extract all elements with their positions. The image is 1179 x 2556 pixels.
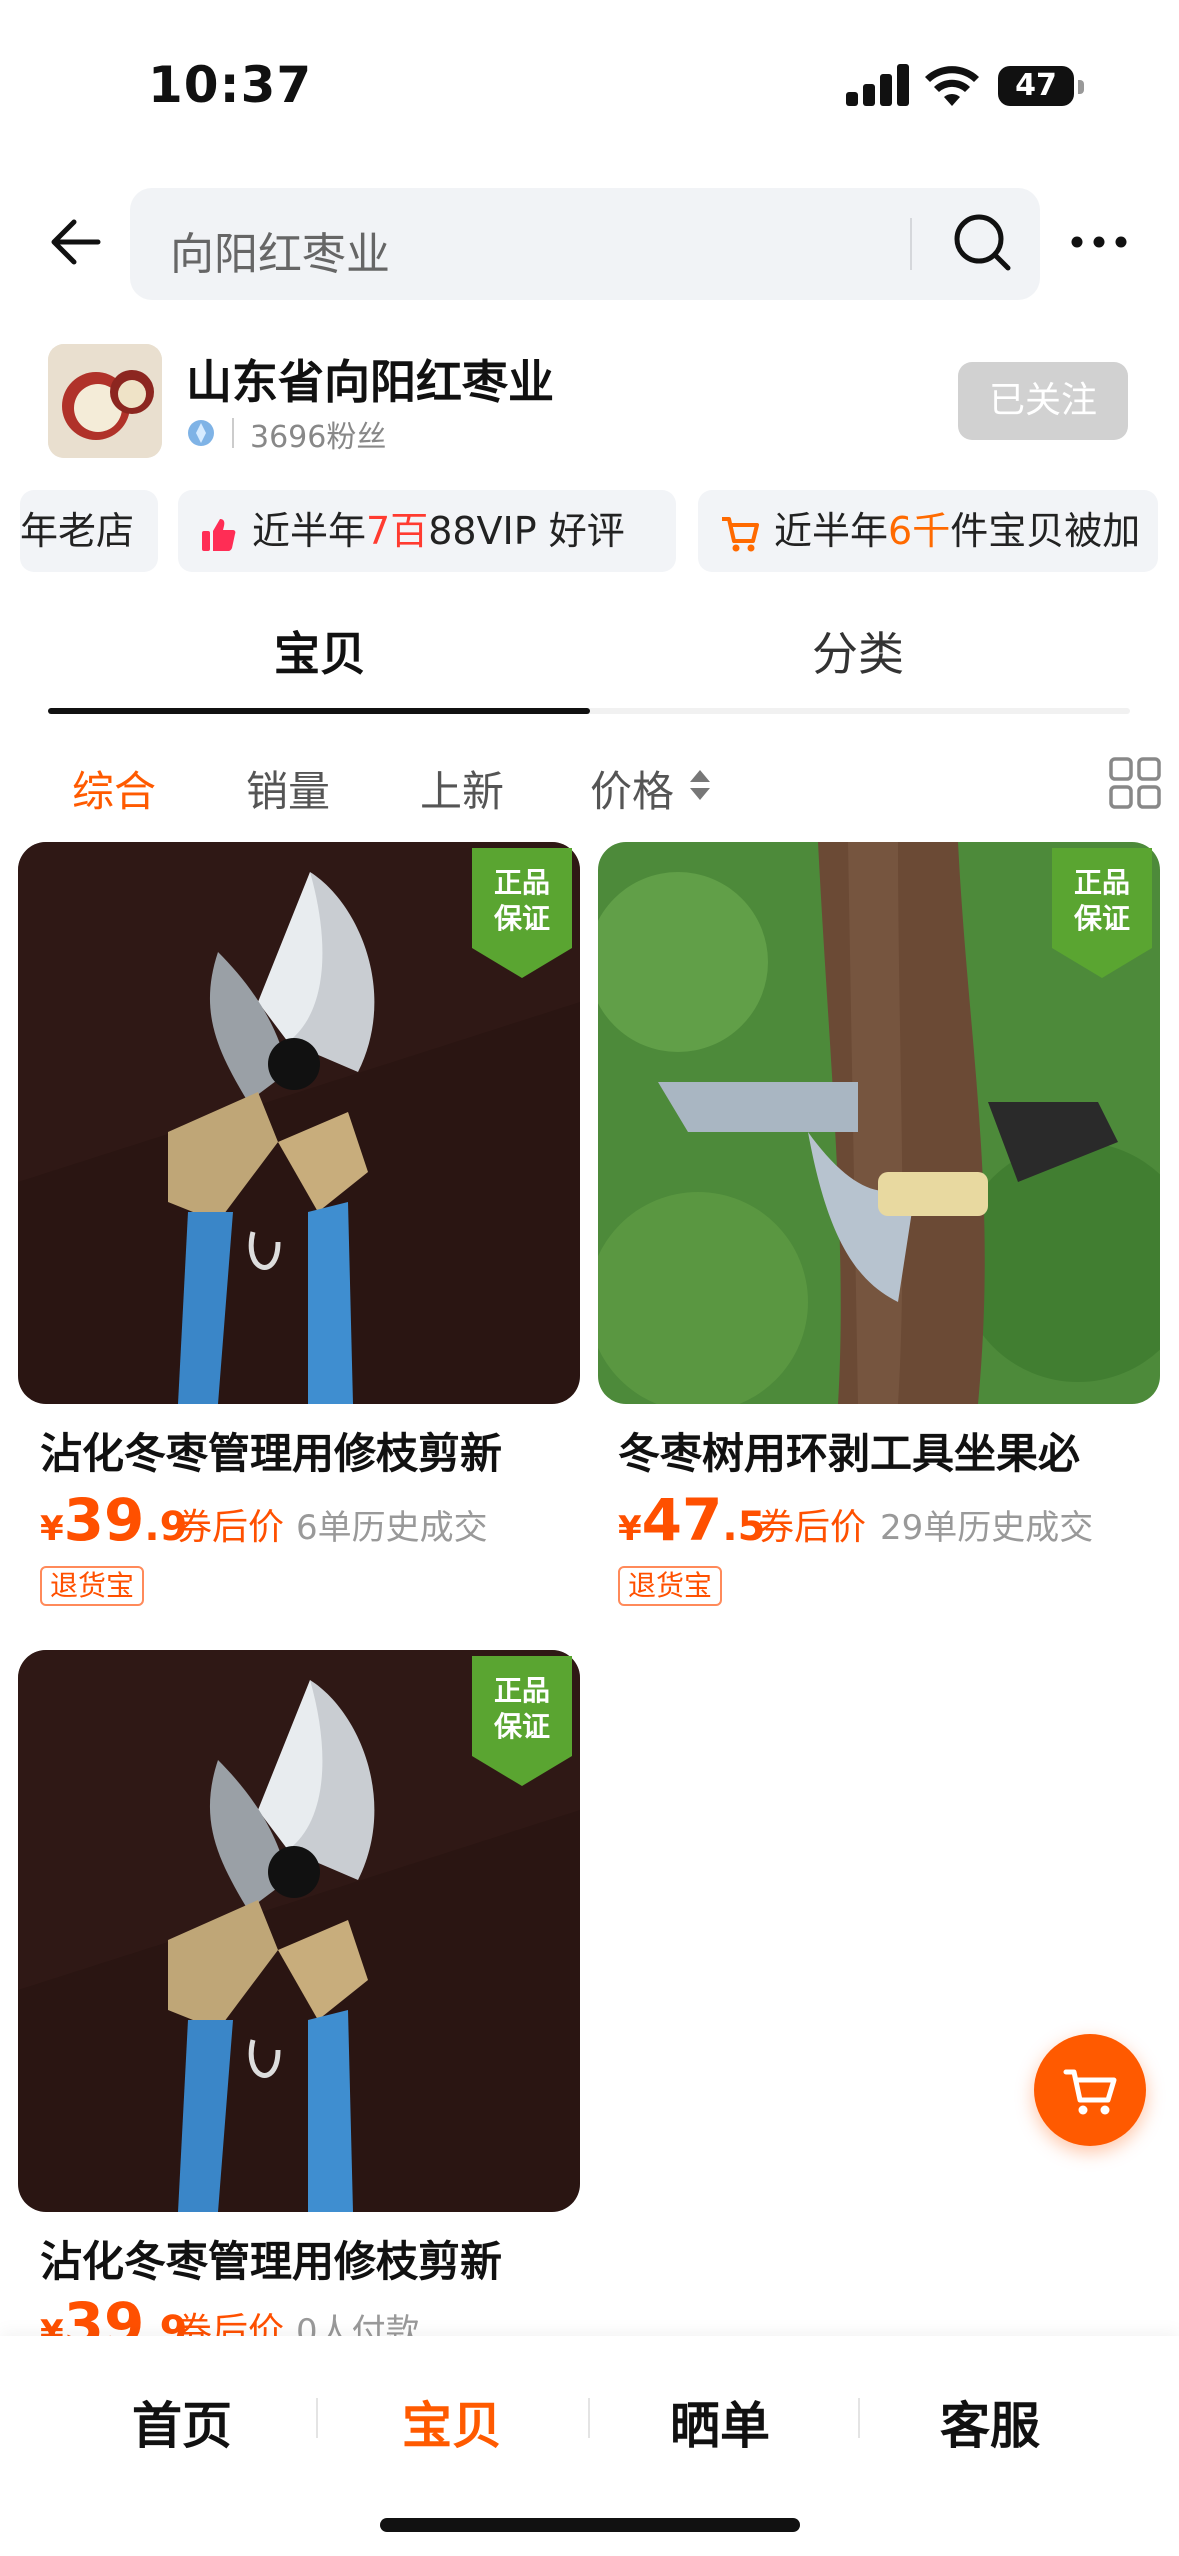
authentic-badge-icon: 正品 保证 xyxy=(472,1656,572,1786)
badge-line2: 保证 xyxy=(1074,902,1130,935)
chip-cart-adds[interactable]: 近半年6千件宝贝被加 xyxy=(698,490,1158,572)
badge-line2: 保证 xyxy=(494,1710,550,1743)
product-price: ¥39.9 xyxy=(40,1486,187,1554)
badge-line1: 正品 xyxy=(1074,866,1130,899)
authentic-badge-icon: 正品 保证 xyxy=(1052,848,1152,978)
status-time: 10:37 xyxy=(148,56,313,114)
search-query: 向阳红枣业 xyxy=(170,229,390,280)
battery-level: 47 xyxy=(1015,68,1057,103)
chip-vip-post: 88VIP 好评 xyxy=(428,509,625,553)
search-icon[interactable] xyxy=(950,210,1016,276)
badge-line1: 正品 xyxy=(494,1674,550,1707)
chip-vip-reviews[interactable]: 近半年7百88VIP 好评 xyxy=(178,490,676,572)
return-insurance-tag: 退货宝 xyxy=(618,1566,723,1606)
sold-count: 6单历史成交 xyxy=(296,1508,488,1548)
sort-sales[interactable]: 销量 xyxy=(246,758,330,819)
coupon-price-label: 券后价 xyxy=(176,1507,285,1548)
floating-cart-button[interactable] xyxy=(1034,2034,1146,2146)
nav-home[interactable]: 首页 xyxy=(132,2386,232,2458)
search-input[interactable]: 向阳红枣业 xyxy=(130,188,1040,300)
sort-arrows-icon[interactable] xyxy=(688,768,712,802)
sort-price[interactable]: 价格 xyxy=(590,758,674,819)
chip-old-store-label: 年老店 xyxy=(20,509,135,553)
product-title[interactable]: 沾化冬枣管理用修枝剪新 xyxy=(40,2228,580,2289)
tab-products[interactable]: 宝贝 xyxy=(274,618,366,684)
nav-customer-service[interactable]: 客服 xyxy=(940,2386,1040,2458)
store-level-icon xyxy=(188,420,214,446)
chip-cart-pre: 近半年 xyxy=(774,509,889,553)
nav-divider xyxy=(588,2398,590,2438)
sold-count: 29单历史成交 xyxy=(880,1508,1094,1548)
return-insurance-tag: 退货宝 xyxy=(40,1566,145,1606)
battery-icon: 47 xyxy=(998,66,1084,106)
sort-overall[interactable]: 综合 xyxy=(72,758,156,819)
coupon-price-label: 券后价 xyxy=(758,1507,867,1548)
nav-reviews[interactable]: 晒单 xyxy=(670,2386,770,2458)
store-fans: 3696粉丝 xyxy=(250,420,387,455)
chip-vip-pre: 近半年 xyxy=(252,509,367,553)
product-price: ¥47.5 xyxy=(618,1486,765,1554)
sort-new[interactable]: 上新 xyxy=(420,758,504,819)
tab-categories[interactable]: 分类 xyxy=(812,618,904,684)
chip-old-store[interactable]: 年老店 xyxy=(20,490,158,572)
price-symbol: ¥ xyxy=(618,1509,642,1549)
store-name[interactable]: 山东省向阳红枣业 xyxy=(186,346,554,412)
wifi-icon xyxy=(925,66,979,106)
cart-icon xyxy=(722,516,759,551)
cart-icon xyxy=(1063,2069,1117,2115)
store-avatar[interactable] xyxy=(48,344,162,458)
back-arrow-icon[interactable] xyxy=(48,214,104,270)
bottom-nav: 首页 宝贝 晒单 客服 xyxy=(0,2336,1179,2556)
home-indicator xyxy=(380,2518,800,2532)
nav-products[interactable]: 宝贝 xyxy=(402,2386,502,2458)
fans-divider xyxy=(232,418,234,448)
more-icon[interactable] xyxy=(1068,222,1130,262)
thumbs-up-icon xyxy=(202,518,236,551)
chip-cart-post: 件宝贝被加 xyxy=(950,509,1141,553)
chip-cart-num: 6千 xyxy=(888,509,951,553)
product-title[interactable]: 沾化冬枣管理用修枝剪新 xyxy=(40,1420,580,1481)
price-integer: 39 xyxy=(63,1486,145,1554)
search-divider xyxy=(910,218,912,270)
nav-divider xyxy=(858,2398,860,2438)
grid-view-icon[interactable] xyxy=(1108,756,1162,810)
badge-line2: 保证 xyxy=(494,902,550,935)
tab-underline xyxy=(48,708,590,714)
price-integer: 47 xyxy=(641,1486,723,1554)
chip-vip-num: 7百 xyxy=(366,509,429,553)
follow-button[interactable]: 已关注 xyxy=(958,362,1128,440)
status-bar: 10:37 47 xyxy=(0,0,1179,170)
price-symbol: ¥ xyxy=(40,1509,64,1549)
nav-divider xyxy=(316,2398,318,2438)
badge-line1: 正品 xyxy=(494,866,550,899)
product-title[interactable]: 冬枣树用环剥工具坐果必 xyxy=(618,1420,1158,1481)
authentic-badge-icon: 正品 保证 xyxy=(472,848,572,978)
signal-icon xyxy=(846,64,909,106)
